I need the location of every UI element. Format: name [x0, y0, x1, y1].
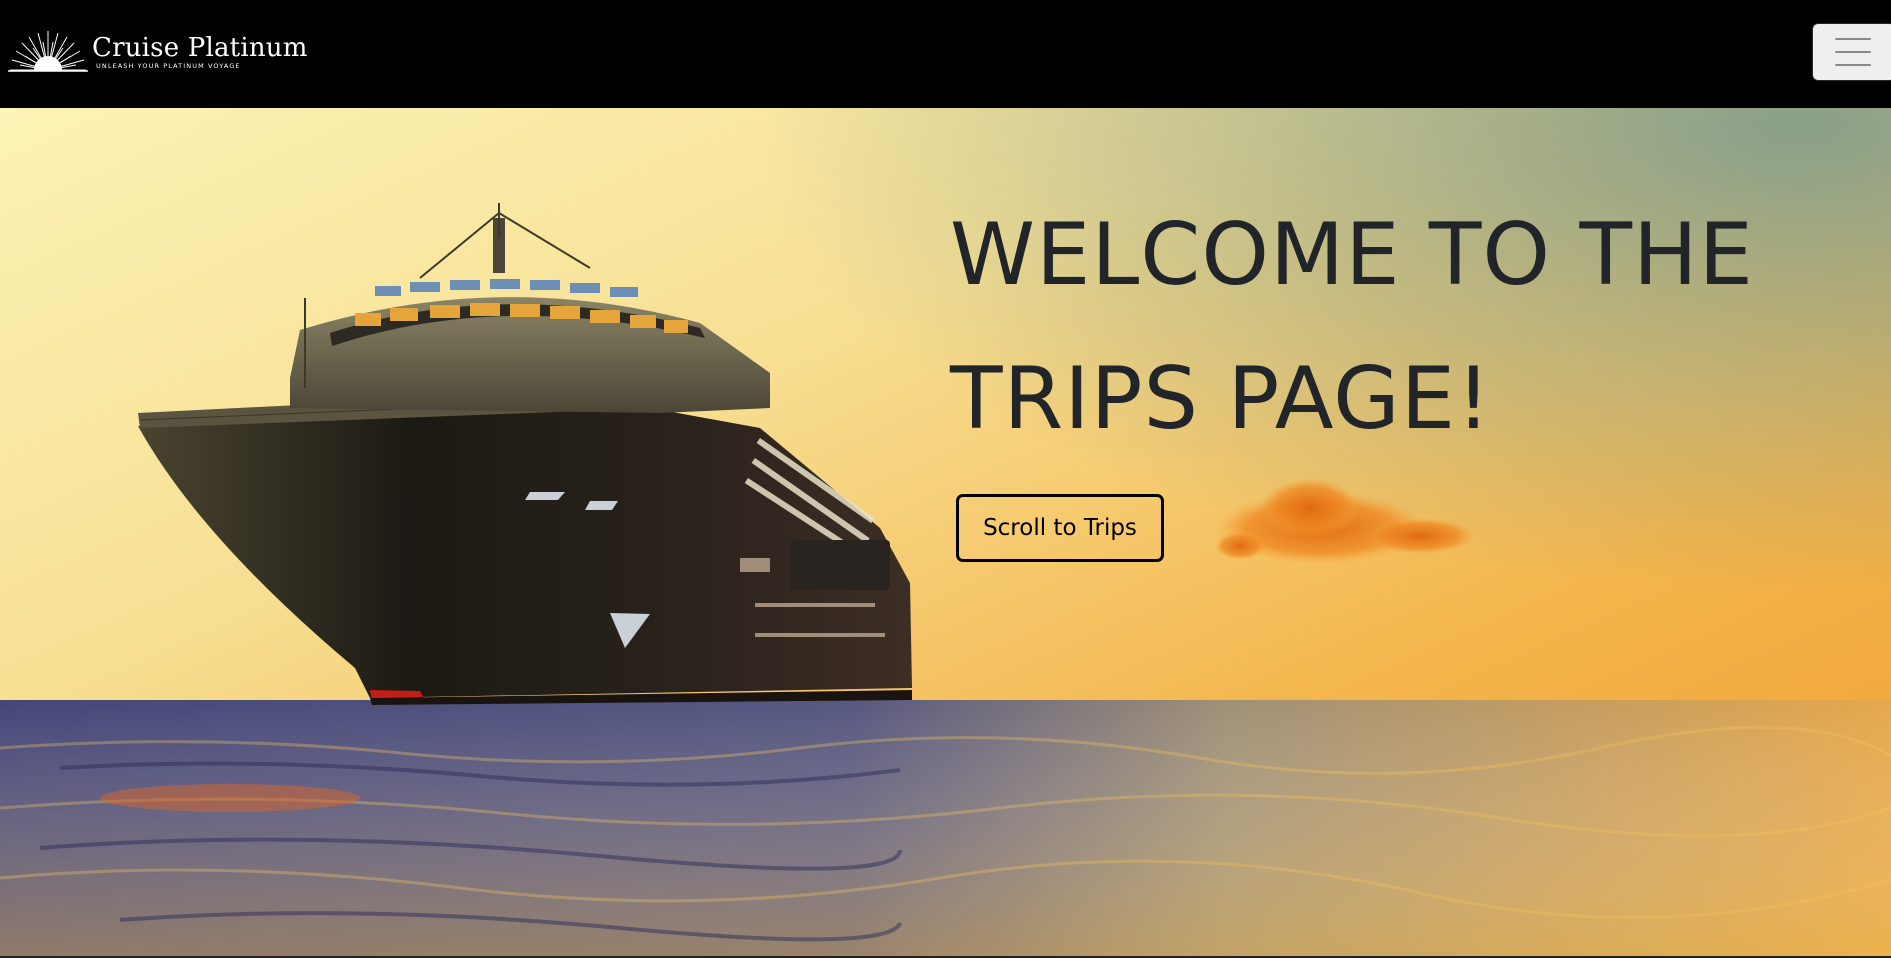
- sunburst-logo-icon: [8, 31, 88, 72]
- hamburger-menu-icon: [1835, 38, 1871, 40]
- brand-text: Cruise Platinum UNLEASH YOUR PLATINUM VO…: [92, 34, 312, 70]
- top-navbar: Cruise Platinum UNLEASH YOUR PLATINUM VO…: [0, 0, 1891, 108]
- hero-title-line2: TRIPS PAGE!: [950, 349, 1492, 449]
- hero-section: WELCOME TO THE TRIPS PAGE! Scroll to Tri…: [0, 108, 1891, 956]
- menu-toggle-button[interactable]: [1812, 23, 1891, 81]
- hamburger-menu-icon-line: [1835, 51, 1871, 53]
- scroll-to-trips-button[interactable]: Scroll to Trips: [956, 494, 1164, 562]
- hero-title: WELCOME TO THE TRIPS PAGE!: [950, 183, 1850, 471]
- brand-tagline: UNLEASH YOUR PLATINUM VOYAGE: [96, 62, 241, 70]
- brand-name: Cruise Platinum: [92, 33, 308, 63]
- hamburger-menu-icon-line: [1835, 64, 1871, 66]
- brand-link[interactable]: Cruise Platinum UNLEASH YOUR PLATINUM VO…: [8, 30, 307, 74]
- hero-title-line1: WELCOME TO THE: [950, 205, 1754, 305]
